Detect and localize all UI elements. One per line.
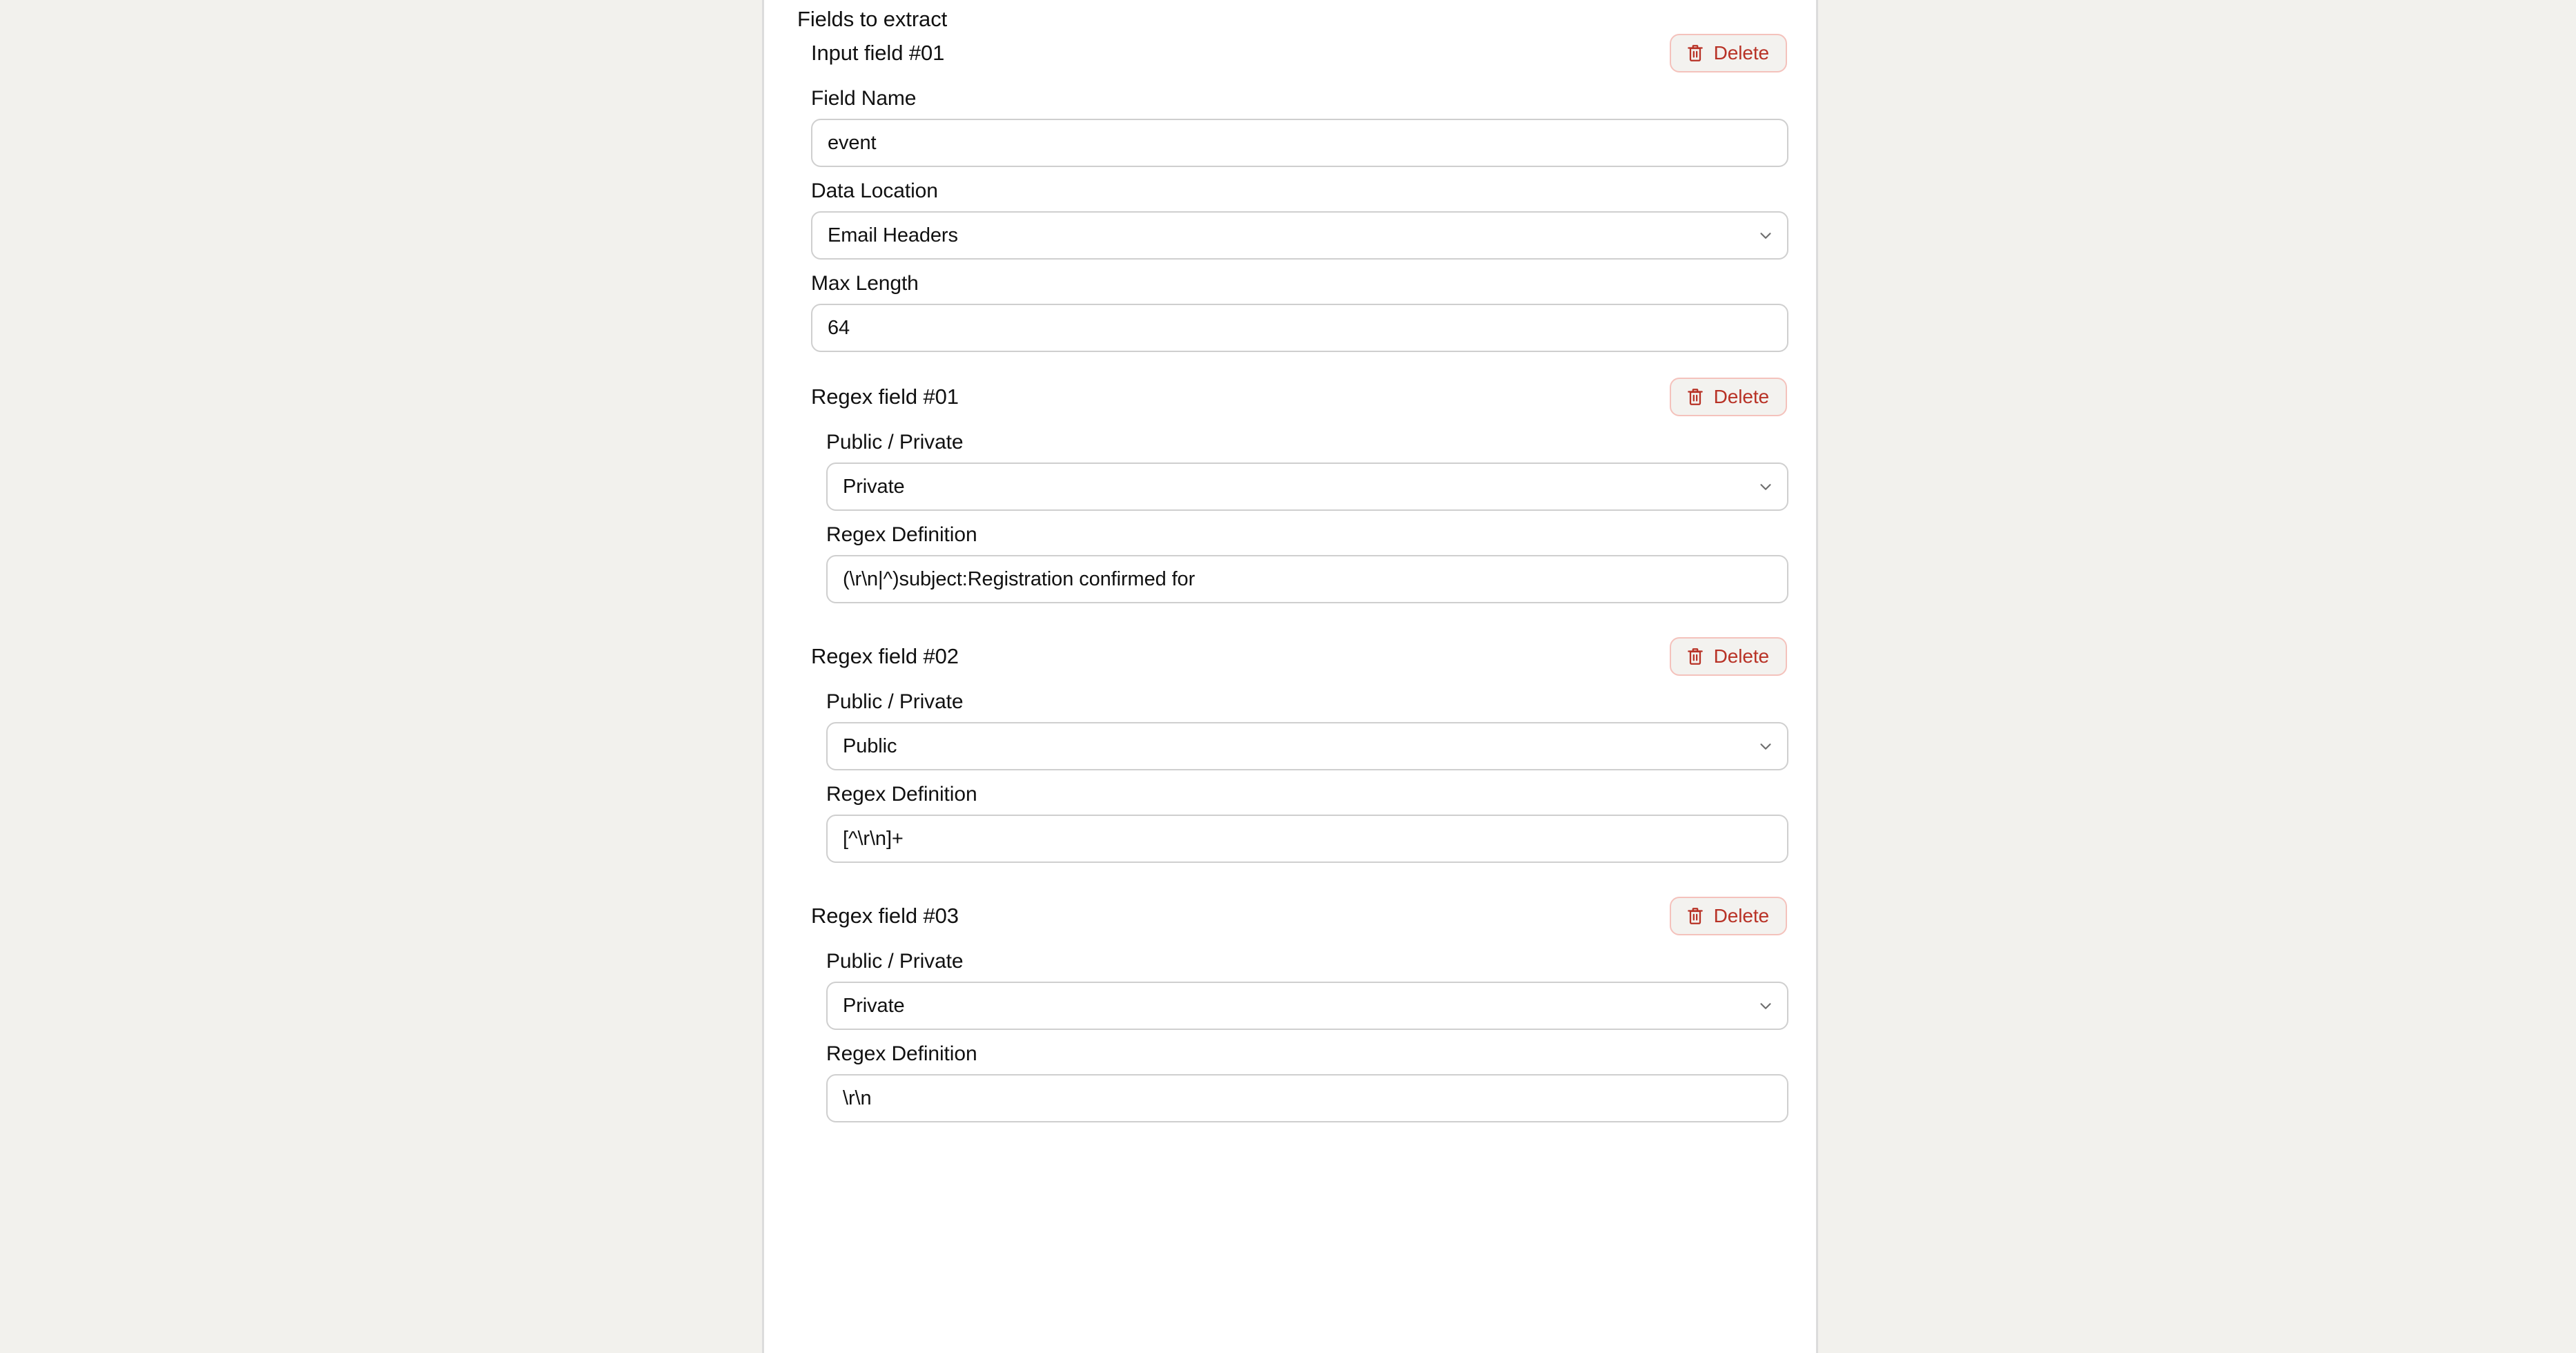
input-field-title: Input field #01	[811, 41, 945, 65]
data-location-select[interactable]: Email Headers	[811, 211, 1788, 260]
card-content: Fields to extract Input field #01 Delete…	[764, 0, 1816, 1122]
regex-definition-label-1: Regex Definition	[826, 523, 977, 546]
delete-regex-field-label-1: Delete	[1713, 386, 1769, 407]
delete-regex-field-button-2[interactable]: Delete	[1669, 637, 1787, 676]
visibility-select-wrap-1: Private	[826, 463, 1788, 511]
visibility-select-wrap-2: Public	[826, 722, 1788, 770]
data-location-label: Data Location	[811, 179, 938, 202]
visibility-select-1[interactable]: Private	[826, 463, 1788, 511]
regex-field-body-2: Public / Private Public Regex Definition	[811, 690, 1788, 863]
trash-icon	[1686, 387, 1704, 407]
visibility-select-2[interactable]: Public	[826, 722, 1788, 770]
visibility-label-2: Public / Private	[826, 690, 964, 713]
regex-field-header-1: Regex field #01 Delete	[811, 376, 1788, 418]
visibility-label-1: Public / Private	[826, 431, 964, 454]
regex-definition-input-3[interactable]	[826, 1074, 1788, 1122]
delete-input-field-label: Delete	[1713, 42, 1769, 64]
delete-regex-field-label-3: Delete	[1713, 905, 1769, 926]
fields-to-extract-card: Fields to extract Input field #01 Delete…	[762, 0, 1818, 1353]
input-field-group: Input field #01 Delete Field Name event …	[797, 32, 1788, 1122]
regex-field-header-3: Regex field #03 Delete	[811, 895, 1788, 937]
visibility-select-3[interactable]: Private	[826, 982, 1788, 1030]
data-location-select-wrap: Email Headers	[811, 211, 1788, 260]
page-title: Fields to extract	[797, 7, 948, 31]
trash-icon	[1686, 43, 1704, 63]
trash-icon	[1686, 906, 1704, 926]
regex-definition-label-3: Regex Definition	[826, 1042, 977, 1065]
input-field-header: Input field #01 Delete	[811, 32, 1788, 75]
visibility-select-wrap-3: Private	[826, 982, 1788, 1030]
delete-input-field-button[interactable]: Delete	[1669, 34, 1787, 72]
field-name-label: Field Name	[811, 87, 917, 110]
regex-definition-input-1[interactable]	[826, 555, 1788, 603]
page-root: Fields to extract Input field #01 Delete…	[0, 0, 2576, 1353]
regex-field-title-2: Regex field #02	[811, 644, 959, 668]
field-name-input[interactable]	[811, 119, 1788, 167]
regex-field-title-3: Regex field #03	[811, 904, 959, 928]
delete-regex-field-label-2: Delete	[1713, 645, 1769, 667]
regex-field-title-1: Regex field #01	[811, 385, 959, 409]
regex-field-body-3: Public / Private Private Regex Definitio…	[811, 950, 1788, 1122]
max-length-label: Max Length	[811, 272, 919, 295]
regex-field-header-2: Regex field #02 Delete	[811, 635, 1788, 678]
delete-regex-field-button-1[interactable]: Delete	[1669, 378, 1787, 416]
regex-field-body-1: Public / Private Private Regex Definitio…	[811, 431, 1788, 603]
delete-regex-field-button-3[interactable]: Delete	[1669, 897, 1787, 935]
max-length-input[interactable]	[811, 304, 1788, 352]
regex-definition-input-2[interactable]	[826, 815, 1788, 863]
visibility-label-3: Public / Private	[826, 950, 964, 973]
regex-definition-label-2: Regex Definition	[826, 783, 977, 806]
trash-icon	[1686, 647, 1704, 666]
